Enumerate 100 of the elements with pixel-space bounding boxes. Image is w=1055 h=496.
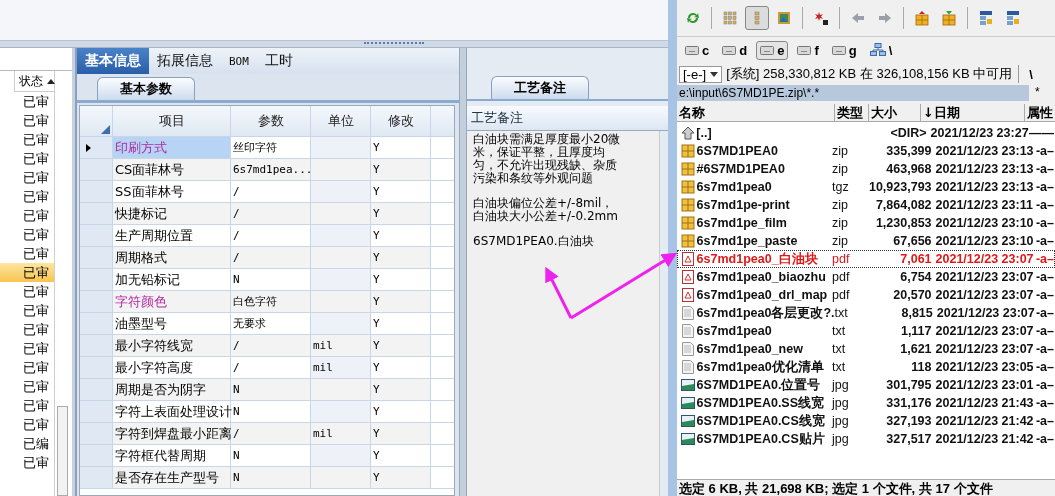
status-list-item[interactable]: 已审 bbox=[0, 301, 54, 320]
current-row-icon bbox=[86, 143, 91, 152]
file-row[interactable]: 6S7MD1PEA0.CS线宽 jpg 327,193 2021/12/23 21:42 -a– bbox=[677, 412, 1055, 430]
file-row[interactable]: 6s7md1pe-print zip 7,864,082 2021/12/23 23:11 -a– bbox=[677, 196, 1055, 214]
file-size: 10,923,793 bbox=[867, 180, 932, 194]
package-icon bbox=[681, 180, 695, 194]
tab[interactable]: 拓展信息 bbox=[149, 48, 221, 74]
file-name: 6s7md1pea0_new bbox=[696, 342, 804, 356]
file-row[interactable]: 6s7md1pea0 tgz 10,923,793 2021/12/23 23:13 -a– bbox=[677, 178, 1055, 196]
file-row[interactable]: 6s7md1pea0优化清单 txt 118 2021/12/23 23:05 -a– bbox=[677, 358, 1055, 376]
notes-textarea[interactable]: 白油块需满足厚度最小20微米，保证平整，且厚度均匀，不允许出现残缺、杂质污染和条纹等外观问题 白油块偏位公差+/-8mil，白油块大小公差+/-0.2mm 6S7MD1PEA0.白油块 bbox=[467, 131, 660, 496]
splitter-bar[interactable] bbox=[459, 48, 467, 496]
file-name: 6s7md1pea0_drl_map bbox=[696, 288, 829, 302]
section-tab[interactable]: 基本参数 bbox=[97, 77, 195, 100]
file-name: #6S7MD1PEA0 bbox=[696, 162, 786, 176]
table-cell: 白色字符 bbox=[231, 291, 311, 312]
column-header[interactable]: 类型 bbox=[835, 104, 869, 121]
file-name: 6S7MD1PEA0.位置号 bbox=[696, 376, 822, 394]
document-icon bbox=[681, 288, 695, 302]
file-row[interactable]: 6S7MD1PEA0.位置号 jpg 301,795 2021/12/23 23:01 -a– bbox=[677, 376, 1055, 394]
drive-button[interactable]: e bbox=[756, 40, 789, 60]
file-row[interactable]: 6s7md1pea0_白油块 pdf 7,061 2021/12/23 23:07 -a– bbox=[677, 250, 1055, 268]
network-button[interactable]: \ bbox=[865, 40, 897, 60]
status-list-item[interactable]: 已审 bbox=[0, 396, 54, 415]
status-list-item[interactable]: 已审 bbox=[0, 320, 54, 339]
status-list-item[interactable]: 已审 bbox=[0, 339, 54, 358]
table-cell: 印刷方式 bbox=[113, 137, 231, 158]
status-list-item[interactable]: 已审 bbox=[0, 130, 54, 149]
status-list-item[interactable]: 已审 bbox=[0, 453, 54, 472]
document-icon bbox=[681, 270, 695, 284]
status-list-item[interactable]: 已审 bbox=[0, 244, 54, 263]
drive-button[interactable]: c bbox=[681, 40, 714, 60]
table-cell: Y bbox=[371, 159, 431, 180]
file-size: 20,570 bbox=[892, 288, 932, 302]
column-header[interactable]: 名称 bbox=[677, 104, 835, 121]
column-header[interactable]: 大小 bbox=[869, 104, 921, 121]
column-header[interactable]: 状态 bbox=[19, 72, 43, 90]
status-list-item[interactable]: 已审 bbox=[0, 263, 54, 282]
tab[interactable]: 工时 bbox=[256, 48, 301, 74]
file-row[interactable]: 6s7md1pea0各层更改?.txt 8,815 2021/12/23 23:07-a– bbox=[677, 304, 1055, 322]
file-row[interactable]: 6s7md1pea0_biaozhu pdf 6,754 2021/12/23 23:07 -a– bbox=[677, 268, 1055, 286]
file-date: 2021/12/23 23:13 bbox=[934, 180, 1035, 194]
row-header[interactable] bbox=[80, 137, 113, 158]
status-list-item[interactable]: 已审 bbox=[0, 149, 54, 168]
column-header[interactable]: 单位 bbox=[311, 106, 371, 136]
file-row[interactable]: 6s7md1pea0_drl_map pdf 20,570 2021/12/23 23:07 -a– bbox=[677, 286, 1055, 304]
file-row[interactable]: [..] <DIR> 2021/12/23 23:27—— bbox=[677, 124, 1055, 142]
column-header[interactable]: 修改 bbox=[371, 106, 431, 136]
drive-icon bbox=[831, 45, 846, 55]
file-size: 8,815 bbox=[900, 306, 933, 320]
status-list-item[interactable]: 已编 bbox=[0, 434, 54, 453]
table-cell: Y bbox=[371, 291, 431, 312]
column-header[interactable]: ↓日期 bbox=[921, 104, 1025, 121]
file-attributes: -a– bbox=[1035, 234, 1054, 248]
file-size: 327,193 bbox=[885, 414, 932, 428]
file-row[interactable]: 6S7MD1PEA0.CS贴片 jpg 327,517 2021/12/23 21:42 -a– bbox=[677, 430, 1055, 448]
status-list-item[interactable]: 已审 bbox=[0, 206, 54, 225]
status-list-item[interactable]: 已审 bbox=[0, 168, 54, 187]
file-row[interactable]: 6S7MD1PEA0 zip 335,399 2021/12/23 23:13 -a– bbox=[677, 142, 1055, 160]
root-button[interactable]: \ bbox=[1023, 66, 1039, 82]
file-attributes: -a– bbox=[1035, 216, 1054, 230]
status-list-item[interactable]: 已审 bbox=[0, 187, 54, 206]
file-row[interactable]: 6s7md1pe_film zip 1,230,853 2021/12/23 23:10 -a– bbox=[677, 214, 1055, 232]
drive-button[interactable]: d bbox=[718, 40, 752, 60]
file-row[interactable]: 6s7md1pea0 txt 1,117 2021/12/23 23:07 -a– bbox=[677, 322, 1055, 340]
file-size: 1,117 bbox=[899, 324, 932, 338]
tab[interactable]: 基本信息 bbox=[77, 48, 149, 74]
column-header[interactable]: 参数 bbox=[231, 106, 311, 136]
status-list-item[interactable]: 已审 bbox=[0, 377, 54, 396]
drive-button[interactable]: f bbox=[793, 40, 823, 60]
corner-triangle-icon bbox=[101, 125, 110, 134]
column-header[interactable]: 项目 bbox=[113, 106, 231, 136]
file-row[interactable]: 6S7MD1PEA0.SS线宽 jpg 331,176 2021/12/23 21:43 -a– bbox=[677, 394, 1055, 412]
drive-button[interactable]: g bbox=[827, 40, 861, 60]
status-list-item[interactable]: 已审 bbox=[0, 358, 54, 377]
status-list-item[interactable]: 已审 bbox=[0, 111, 54, 130]
status-list-item[interactable]: 已审 bbox=[0, 92, 54, 111]
status-list-item[interactable]: 已审 bbox=[0, 225, 54, 244]
filter-field[interactable]: * bbox=[1029, 85, 1055, 101]
file-attributes: -a– bbox=[1035, 306, 1054, 320]
package-icon bbox=[681, 144, 695, 158]
drive-dropdown[interactable]: [-e-] bbox=[679, 65, 723, 83]
file-name: 6S7MD1PEA0.CS贴片 bbox=[696, 430, 826, 448]
status-list-item[interactable]: 已审 bbox=[0, 282, 54, 301]
status-list-item[interactable]: 已审 bbox=[0, 415, 54, 434]
free-space-text: [系统] 258,330,812 KB 在 326,108,156 KB 中可用 bbox=[726, 65, 1020, 83]
file-row[interactable]: #6S7MD1PEA0 zip 463,968 2021/12/23 23:13 -a– bbox=[677, 160, 1055, 178]
file-type: pdf bbox=[832, 288, 851, 302]
file-name: 6s7md1pea0 bbox=[696, 324, 773, 338]
tab[interactable]: BOM bbox=[221, 48, 257, 74]
scrollbar-thumb[interactable] bbox=[57, 406, 68, 496]
file-row[interactable]: 6s7md1pea0_new txt 1,621 2021/12/23 23:07 -a– bbox=[677, 340, 1055, 358]
file-date: 2021/12/23 23:13 bbox=[934, 144, 1035, 158]
splitter-grip[interactable] bbox=[364, 42, 424, 46]
section-tab[interactable]: 工艺备注 bbox=[491, 76, 589, 99]
refresh-icon bbox=[685, 10, 701, 26]
table-cell: 字符颜色 bbox=[113, 291, 231, 312]
column-header[interactable]: 属性 bbox=[1025, 104, 1055, 121]
file-size: 1,230,853 bbox=[874, 216, 932, 230]
file-row[interactable]: 6s7md1pe_paste zip 67,656 2021/12/23 23:10 -a– bbox=[677, 232, 1055, 250]
